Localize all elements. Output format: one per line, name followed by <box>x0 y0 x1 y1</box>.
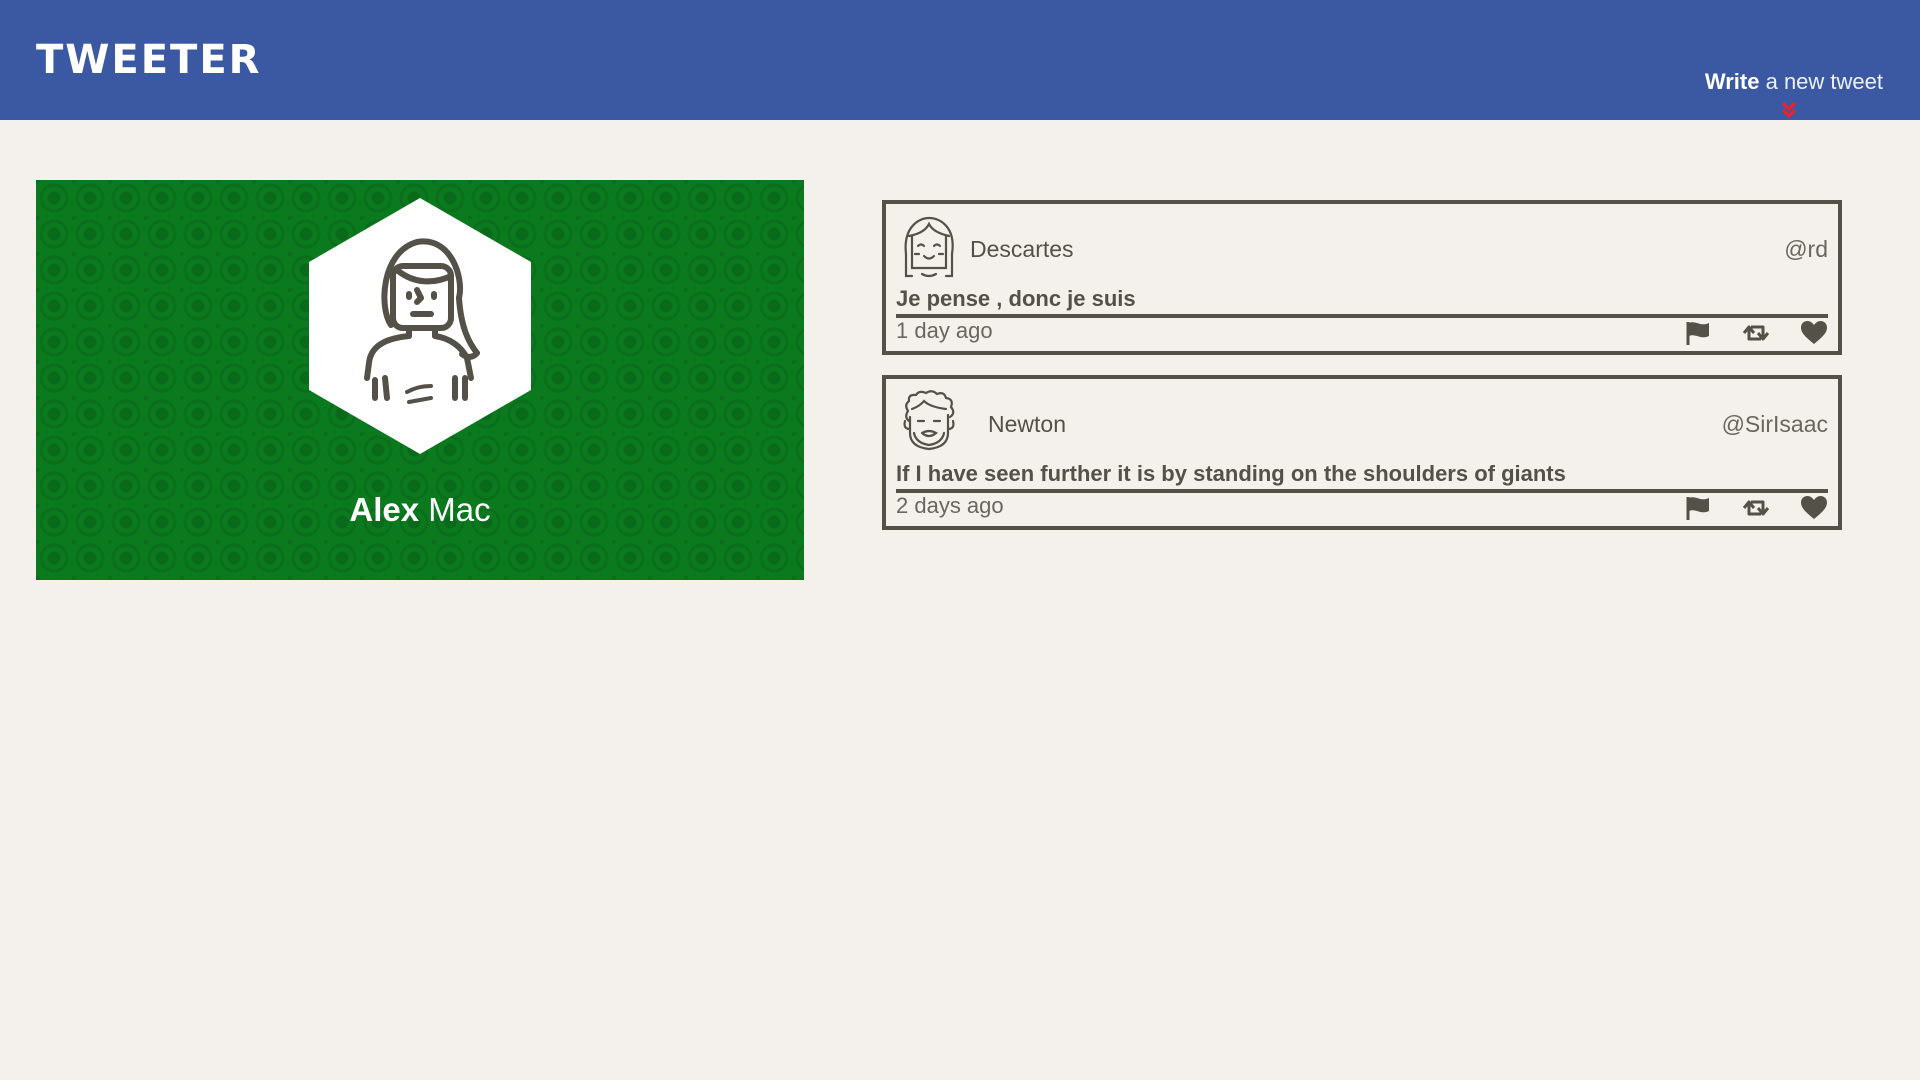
tweet-actions <box>1684 320 1828 346</box>
tweet-actions <box>1684 495 1828 521</box>
tweet-text: If I have seen further it is by standing… <box>896 461 1566 486</box>
double-chevron-down-icon <box>1781 101 1797 119</box>
tweet-author-handle[interactable]: @SirIsaac <box>1722 409 1828 439</box>
tweet-author-name[interactable]: Descartes <box>970 234 1074 264</box>
tweet-card: Descartes @rd Je pense , donc je suis 1 … <box>882 200 1842 355</box>
profile-name: Alex Mac <box>36 490 804 530</box>
write-tweet-button[interactable]: Write a new tweet <box>1693 68 1883 120</box>
tweet-timestamp: 1 day ago <box>896 318 993 343</box>
tweet-card: Newton @SirIsaac If I have seen further … <box>882 375 1842 530</box>
girl-face-avatar-icon <box>904 216 954 278</box>
flag-icon[interactable] <box>1684 320 1712 346</box>
brand-logo[interactable]: TWEETER <box>36 36 261 84</box>
woman-avatar-icon <box>309 198 531 454</box>
tweet-text: Je pense , donc je suis <box>896 286 1136 311</box>
heart-icon[interactable] <box>1800 320 1828 346</box>
tweet-author-handle[interactable]: @rd <box>1784 234 1828 264</box>
retweet-icon[interactable] <box>1742 320 1770 346</box>
profile-last-name: Mac <box>419 491 491 528</box>
heart-icon[interactable] <box>1800 495 1828 521</box>
tweet-divider <box>896 314 1828 318</box>
tweet-divider <box>896 489 1828 493</box>
write-tweet-label: Write a new tweet <box>1693 68 1883 96</box>
flag-icon[interactable] <box>1684 495 1712 521</box>
tweet-author-name[interactable]: Newton <box>988 409 1066 439</box>
tweet-timestamp: 2 days ago <box>896 493 1004 518</box>
curly-hair-avatar-icon <box>903 390 955 451</box>
tweet-feed: Descartes @rd Je pense , donc je suis 1 … <box>882 200 1842 550</box>
navbar: TWEETER Write a new tweet <box>0 0 1920 120</box>
retweet-icon[interactable] <box>1742 495 1770 521</box>
write-tweet-bold: Write <box>1704 69 1760 94</box>
profile-first-name: Alex <box>349 491 420 528</box>
profile-card: Alex Mac <box>36 180 804 580</box>
write-tweet-rest: a new tweet <box>1759 69 1883 94</box>
